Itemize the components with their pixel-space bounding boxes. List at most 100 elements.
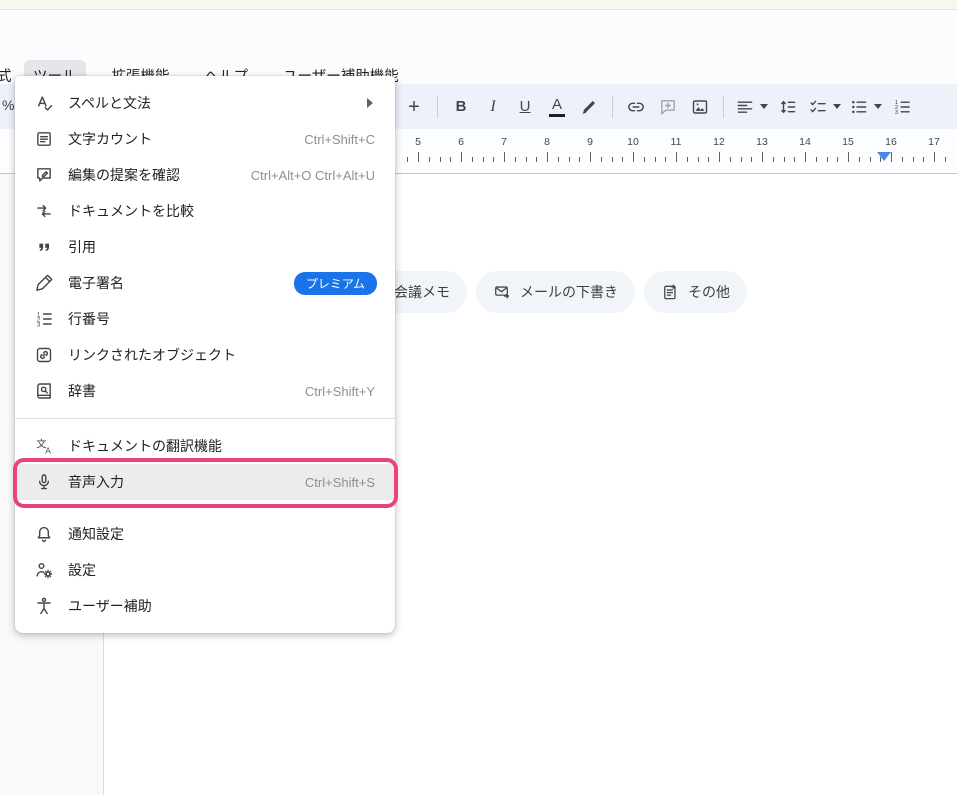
submenu-arrow-icon (367, 98, 373, 108)
menu-item-notification-settings[interactable]: 通知設定 (15, 516, 395, 552)
ruler-number: 16 (881, 136, 901, 148)
menu-item-linked-objects[interactable]: リンクされたオブジェクト (15, 337, 395, 373)
chevron-down-icon (833, 104, 841, 109)
toolbar-bold-button[interactable]: B (449, 92, 473, 122)
browser-top-band (0, 0, 957, 10)
ruler-tick (633, 152, 634, 162)
accessibility-icon (32, 594, 56, 618)
toolbar-checklist-button[interactable] (808, 92, 841, 122)
ruler-tick (891, 152, 892, 162)
menubar: 式 ツール拡張機能ヘルプユーザー補助機能 (0, 10, 957, 84)
toolbar-numbered-list-button[interactable]: 123 (890, 92, 914, 122)
dictionary-icon (32, 379, 56, 403)
ruler-tick (536, 157, 537, 162)
compare-docs-icon (32, 199, 56, 223)
menu-item-esignature[interactable]: 電子署名プレミアム (15, 265, 395, 301)
ruler-number: 6 (451, 136, 471, 148)
ruler-number: 10 (623, 136, 643, 148)
menu-item-label: 設定 (68, 560, 96, 580)
toolbar-insert-image-button[interactable] (688, 92, 712, 122)
menu-item-label: 引用 (68, 237, 96, 257)
tools-menu-dropdown: スペルと文法文字カウント Ctrl+Shift+C 編集の提案を確認Ctrl+Alt… (15, 76, 395, 633)
toolbar-underline-button[interactable]: U (513, 92, 537, 122)
menu-item-accessibility[interactable]: ユーザー補助 (15, 588, 395, 624)
menu-item-spelling-and-grammar[interactable]: スペルと文法 (15, 85, 395, 121)
ruler-tick (859, 157, 860, 162)
svg-text:3: 3 (895, 109, 898, 115)
numbered-list-icon: 123 (892, 97, 912, 117)
mic-icon (32, 470, 56, 494)
ruler-tick (934, 152, 935, 162)
menu-item-label: 電子署名 (68, 273, 124, 293)
menu-item-voice-typing[interactable]: 音声入力Ctrl+Shift+S (15, 464, 395, 500)
toolbar-bulleted-list-button[interactable] (849, 92, 882, 122)
ruler-tick (773, 157, 774, 162)
menu-item-label: ドキュメントを比較 (68, 201, 194, 221)
image-icon (690, 97, 710, 117)
menu-item-label: ドキュメントの翻訳機能 (68, 436, 222, 456)
ruler-tick (730, 157, 731, 162)
ruler-number: 12 (709, 136, 729, 148)
menu-item-dictionary[interactable]: 辞書Ctrl+Shift+Y (15, 373, 395, 409)
ruler-tick (870, 157, 871, 162)
toolbar-highlight-color-button[interactable] (577, 92, 601, 122)
menu-divider (15, 418, 395, 419)
toolbar-text-color-button[interactable]: A (545, 92, 569, 122)
more-templates-icon (661, 283, 679, 301)
toolbar-insert-link-button[interactable] (624, 92, 648, 122)
link-icon (626, 97, 646, 117)
menu-item-label: ユーザー補助 (68, 596, 152, 616)
ruler-tick (762, 152, 763, 162)
ruler-tick (440, 157, 441, 162)
ruler-tick (719, 152, 720, 162)
ruler-number: 5 (408, 136, 428, 148)
ruler-tick (816, 157, 817, 162)
toolbar-align-button[interactable] (735, 92, 768, 122)
ruler-tick (676, 152, 677, 162)
chevron-down-icon (760, 104, 768, 109)
ruler-tick (848, 152, 849, 162)
toolbar-italic-button[interactable]: I (481, 92, 505, 122)
ruler-tick (612, 157, 613, 162)
linked-objects-icon (32, 343, 56, 367)
template-chip-more[interactable]: その他 (644, 271, 747, 313)
ruler-number: 14 (795, 136, 815, 148)
ruler-tick (741, 157, 742, 162)
ruler-tick (805, 152, 806, 162)
toolbar-font-size-increase-button[interactable]: + (402, 92, 426, 122)
toolbar-divider (723, 96, 724, 118)
menu-item-citations[interactable]: 引用 (15, 229, 395, 265)
ruler-number: 7 (494, 136, 514, 148)
menu-item-word-count[interactable]: 文字カウント Ctrl+Shift+C (15, 121, 395, 157)
menu-gap (15, 500, 395, 516)
menu-item-compare-documents[interactable]: ドキュメントを比較 (15, 193, 395, 229)
toolbar-add-comment-button[interactable] (656, 92, 680, 122)
menu-item-review-suggested-edits[interactable]: 編集の提案を確認Ctrl+Alt+O Ctrl+Alt+U (15, 157, 395, 193)
menubar-item-format-clipped[interactable]: 式 (0, 65, 12, 86)
ruler-tick (450, 157, 451, 162)
google-docs-app: 式 ツール拡張機能ヘルプユーザー補助機能 % +BIUA123 56789101… (0, 0, 957, 795)
menu-item-line-numbers[interactable]: 123行番号 (15, 301, 395, 337)
review-suggestions-icon (32, 163, 56, 187)
esignature-icon (32, 271, 56, 295)
menu-item-translate-document[interactable]: 文Aドキュメントの翻訳機能 (15, 428, 395, 464)
toolbar-divider (437, 96, 438, 118)
comment-icon (658, 97, 678, 117)
ruler-tick (698, 157, 699, 162)
menu-item-label: 文字カウント (68, 129, 152, 149)
ruler-tick (687, 157, 688, 162)
align-left-icon (735, 97, 755, 117)
ruler-tick (708, 157, 709, 162)
menu-item-label: 辞書 (68, 381, 96, 401)
menu-item-preferences[interactable]: 設定 (15, 552, 395, 588)
template-chip-label: その他 (688, 282, 730, 302)
menu-item-shortcut: Ctrl+Shift+C (304, 132, 375, 147)
toolbar-line-spacing-button[interactable] (776, 92, 800, 122)
ruler-tick (472, 157, 473, 162)
indent-marker-icon[interactable] (877, 152, 891, 161)
toolbar-text-color-label: A (549, 96, 565, 117)
ruler-tick (794, 157, 795, 162)
zoom-control-clipped[interactable]: % (2, 97, 14, 113)
menu-item-label: 音声入力 (68, 472, 124, 492)
template-chip-email-draft[interactable]: メールの下書き (476, 271, 635, 313)
